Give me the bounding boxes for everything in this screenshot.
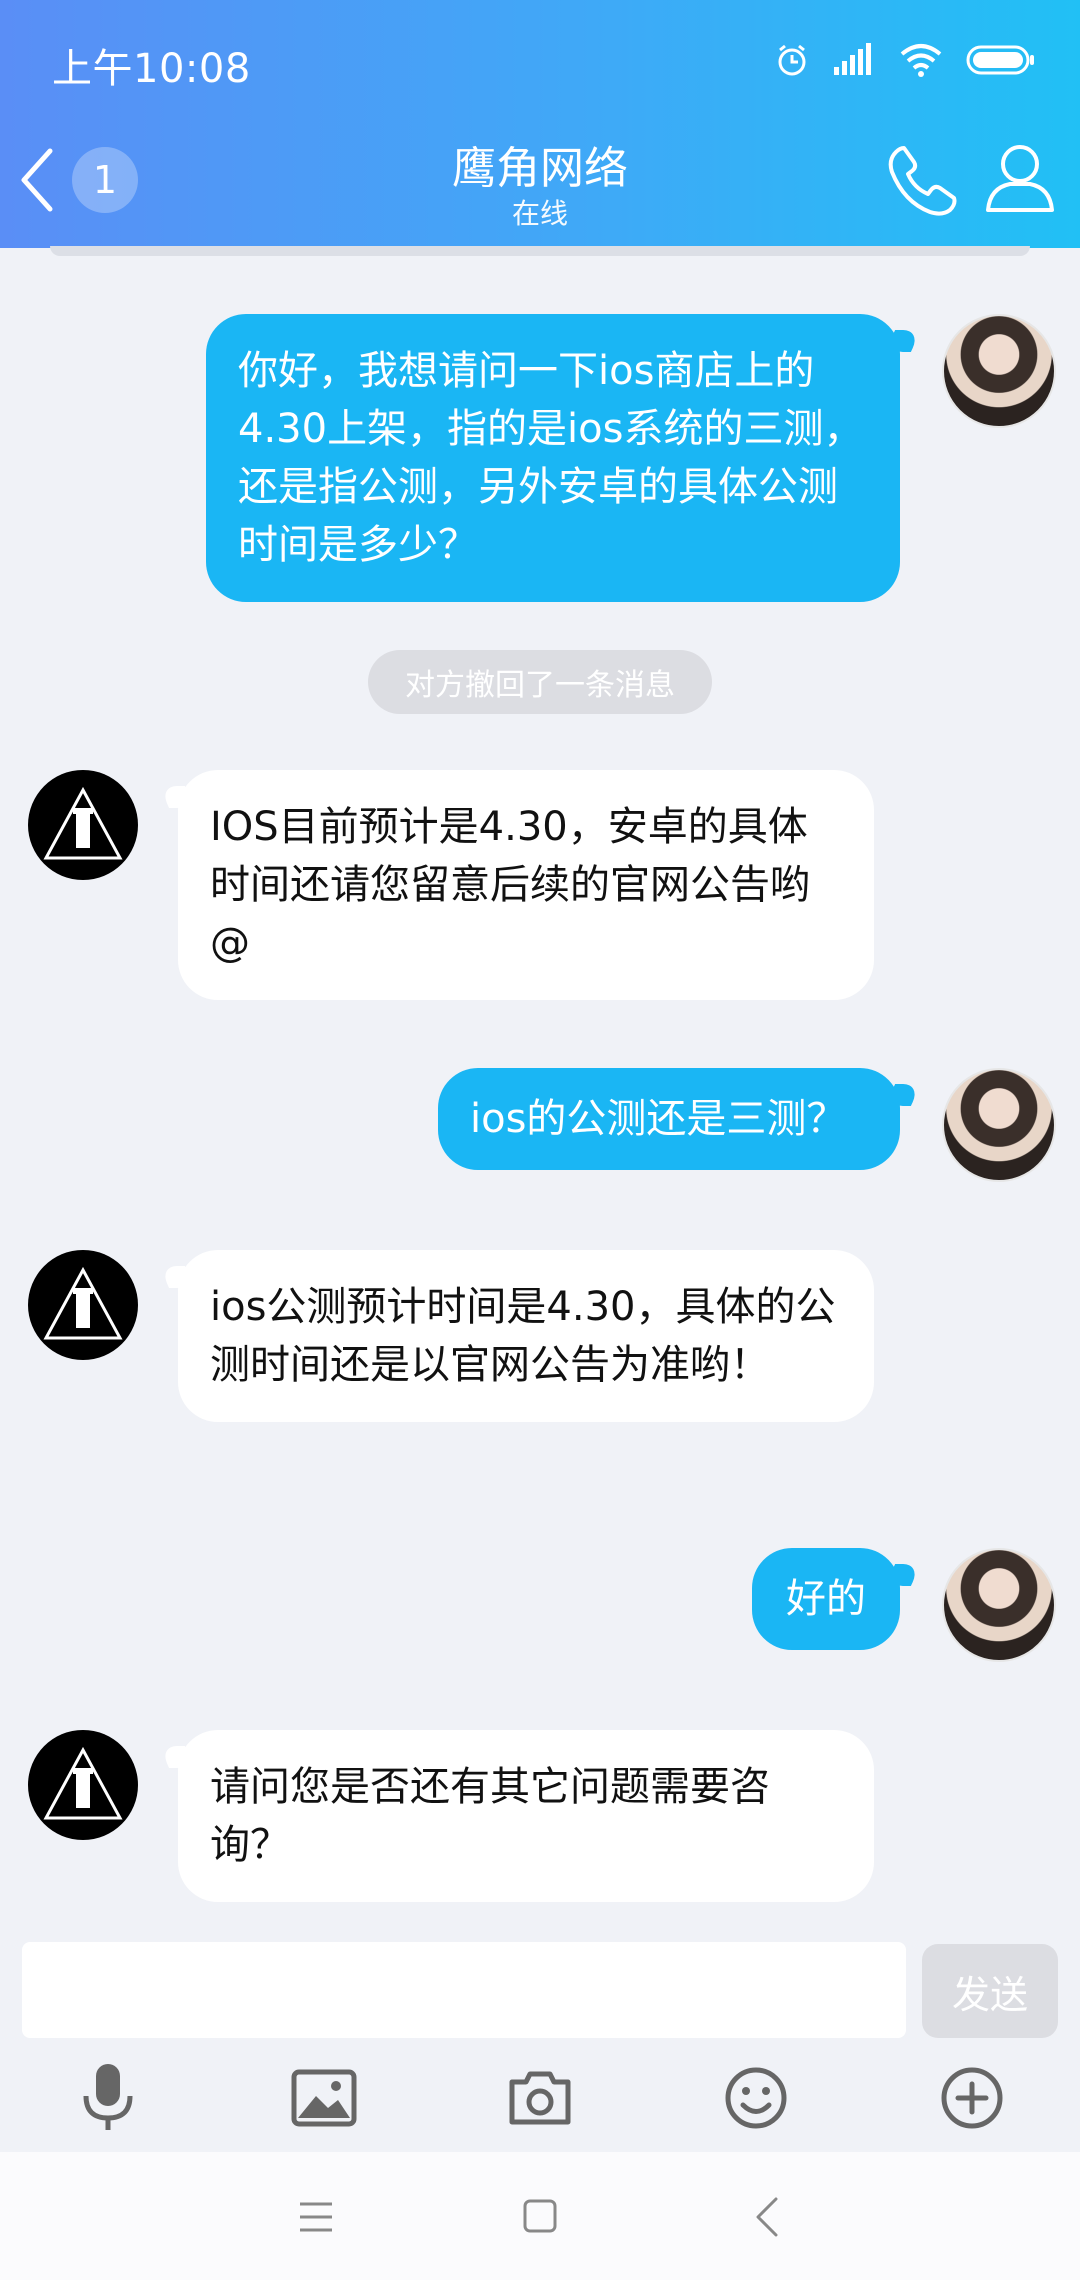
message-bubble-incoming[interactable]: IOS目前预计是4.30，安卓的具体时间还请您留意后续的官网公告哟@ — [178, 770, 874, 1000]
image-icon — [291, 2069, 357, 2127]
alarm-icon — [778, 44, 806, 76]
microphone-icon — [83, 2064, 133, 2130]
user-icon — [986, 145, 1054, 212]
system-navigation-bar — [0, 2152, 1080, 2280]
my-avatar[interactable] — [942, 314, 1056, 428]
contact-avatar[interactable] — [28, 1730, 138, 1840]
send-button[interactable]: 发送 — [922, 1944, 1058, 2038]
profile-button[interactable] — [980, 138, 1060, 218]
message-bubble-incoming[interactable]: ios公测预计时间是4.30，具体的公测时间还是以官网公告为准哟！ — [178, 1250, 874, 1422]
rhodes-island-logo-icon — [43, 786, 123, 860]
camera-button[interactable] — [500, 2058, 580, 2138]
message-input[interactable] — [22, 1942, 906, 2038]
emoji-button[interactable] — [716, 2058, 796, 2138]
message-text: 请问您是否还有其它问题需要咨询？ — [210, 1764, 770, 1868]
previous-messages-hint — [50, 246, 1030, 256]
signal-icon — [834, 43, 871, 75]
message-text: IOS目前预计是4.30，安卓的具体时间还请您留意后续的官网公告哟@ — [210, 804, 810, 966]
status-time: 上午10:08 — [52, 46, 251, 92]
message-bubble-outgoing[interactable]: 好的 — [752, 1548, 900, 1650]
message-bubble-outgoing[interactable]: ios的公测还是三测？ — [438, 1068, 900, 1170]
voice-button[interactable] — [68, 2058, 148, 2138]
message-bubble-incoming[interactable]: 请问您是否还有其它问题需要咨询？ — [178, 1730, 874, 1902]
contact-avatar[interactable] — [28, 1250, 138, 1360]
chat-header: 上午10:08 1 鹰角网络 在线 — [0, 0, 1080, 248]
status-icons — [774, 36, 1036, 84]
phone-icon — [888, 146, 957, 216]
message-text: 好的 — [786, 1576, 866, 1622]
my-avatar[interactable] — [942, 1548, 1056, 1662]
rhodes-island-logo-icon — [43, 1746, 123, 1820]
contact-avatar[interactable] — [28, 770, 138, 880]
message-text: ios的公测还是三测？ — [470, 1096, 847, 1142]
more-button[interactable] — [932, 2058, 1012, 2138]
message-bubble-outgoing[interactable]: 你好，我想请问一下ios商店上的4.30上架，指的是ios系统的三测，还是指公测… — [206, 314, 900, 602]
rhodes-island-logo-icon — [43, 1266, 123, 1340]
image-button[interactable] — [284, 2058, 364, 2138]
system-notice: 对方撤回了一条消息 — [368, 650, 712, 714]
my-avatar[interactable] — [942, 1068, 1056, 1182]
menu-icon[interactable] — [298, 2200, 334, 2234]
home-icon[interactable] — [522, 2198, 558, 2234]
back-icon[interactable] — [754, 2196, 780, 2238]
message-text: ios公测预计时间是4.30，具体的公测时间还是以官网公告为准哟！ — [210, 1284, 836, 1388]
emoji-icon — [725, 2067, 787, 2129]
call-button[interactable] — [884, 140, 962, 218]
battery-icon — [966, 45, 1034, 75]
message-text: 你好，我想请问一下ios商店上的4.30上架，指的是ios系统的三测，还是指公测… — [238, 348, 864, 568]
camera-icon — [509, 2071, 571, 2125]
plus-circle-icon — [941, 2067, 1003, 2129]
wifi-icon — [900, 44, 942, 77]
